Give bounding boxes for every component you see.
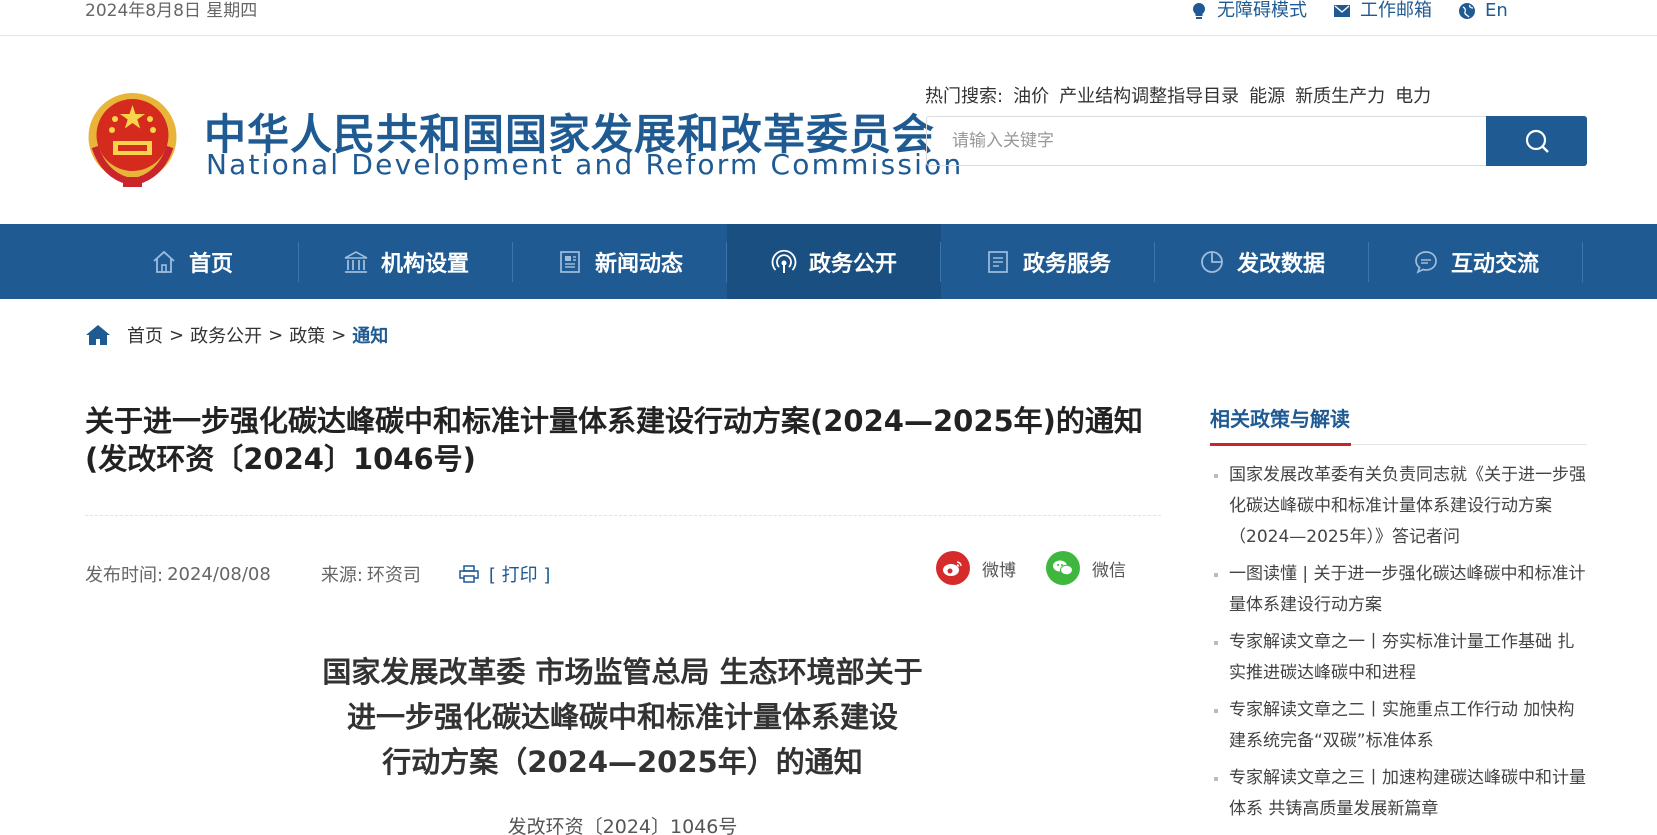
search-box (926, 116, 1587, 166)
source-value: 环资司 (366, 565, 421, 586)
chat-icon (1415, 250, 1437, 274)
breadcrumb: 首页 > 政务公开 > 政策 > 通知 (85, 322, 388, 348)
breadcrumb-separator: > (169, 324, 185, 346)
work-mail-label: 工作邮箱 (1360, 0, 1432, 21)
related-item[interactable]: 专家解读文章之三丨加速构建碳达峰碳中和计量体系 共铸高质量发展新篇章 (1212, 763, 1587, 825)
breadcrumb-item[interactable]: 首页 (127, 322, 163, 348)
home-icon[interactable] (85, 323, 111, 347)
share-wechat-label: 微信 (1092, 560, 1126, 581)
sidebar-divider-accent (1210, 443, 1351, 446)
breadcrumb-separator: > (268, 324, 284, 346)
document-heading-line: 进一步强化碳达峰碳中和标准计量体系建设 (346, 700, 898, 734)
hot-search-item[interactable]: 油价 (1013, 82, 1049, 108)
search-icon (1525, 129, 1549, 153)
work-mail-link[interactable]: 工作邮箱 (1333, 0, 1432, 22)
hot-search-item[interactable]: 新质生产力 (1295, 82, 1385, 108)
english-label: En (1485, 0, 1508, 21)
title-divider (85, 515, 1161, 516)
print-button[interactable]: [ 打印 ] (459, 561, 551, 587)
nav-item-label: 政务服务 (1022, 251, 1111, 277)
institution-icon (344, 250, 368, 273)
article-meta: 发布时间: 2024/08/08 来源: 环资司 [ 打印 ] (85, 561, 550, 587)
globe-icon (1459, 3, 1475, 19)
search-input[interactable] (927, 117, 1487, 165)
nav-item-news[interactable]: 新闻动态 (513, 224, 727, 299)
nav-item-gov-affairs[interactable]: 政务公开 (727, 224, 941, 299)
publish-label: 发布时间: (85, 565, 164, 586)
document-heading-line: 行动方案（2024—2025年）的通知 (382, 745, 863, 779)
site-header: 中华人民共和国国家发展和改革委员会 National Development a… (0, 36, 1657, 224)
hot-search: 热门搜索: 油价 产业结构调整指导目录 能源 新质生产力 电力 (925, 82, 1431, 108)
mail-icon (1334, 5, 1350, 17)
top-bar: 2024年8月8日 星期四 无障碍模式 工作邮箱 En (0, 0, 1657, 36)
top-links: 无障碍模式 工作邮箱 En (1190, 0, 1508, 22)
nav-item-interaction[interactable]: 互动交流 (1369, 224, 1583, 299)
breadcrumb-item[interactable]: 政务公开 (190, 322, 262, 348)
wechat-icon (1046, 551, 1080, 585)
document-number: 发改环资〔2024〕1046号 (507, 816, 738, 835)
nav-item-label: 新闻动态 (594, 251, 683, 277)
related-item[interactable]: 专家解读文章之一丨夯实标准计量工作基础 扎实推进碳达峰碳中和进程 (1212, 627, 1587, 689)
accessibility-label: 无障碍模式 (1217, 0, 1307, 21)
document-heading: 国家发展改革委 市场监管总局 生态环境部关于 进一步强化碳达峰碳中和标准计量体系… (250, 650, 995, 785)
print-label: [ 打印 ] (488, 565, 551, 586)
share-weibo[interactable]: 微博 (936, 551, 1016, 585)
pie-chart-icon (1201, 250, 1223, 273)
national-emblem-logo[interactable] (85, 89, 180, 189)
nav-item-label: 政务公开 (808, 251, 897, 277)
related-item[interactable]: 国家发展改革委有关负责同志就《关于进一步强化碳达峰碳中和标准计量体系建设行动方案… (1212, 460, 1587, 553)
breadcrumb-current[interactable]: 通知 (352, 322, 388, 348)
search-button[interactable] (1486, 116, 1587, 166)
hot-search-item[interactable]: 能源 (1249, 82, 1285, 108)
weibo-icon (936, 551, 970, 585)
hot-search-label: 热门搜索: (925, 86, 1004, 107)
article-title: 关于进一步强化碳达峰碳中和标准计量体系建设行动方案(2024—2025年)的通知… (85, 404, 1143, 476)
publish-date: 2024/08/08 (167, 563, 271, 585)
news-icon (560, 250, 580, 273)
main-nav: 首页 机构设置 新闻动态 政务公开 政务服务 发改数据 互动交流 (0, 224, 1657, 299)
accessibility-bulb-icon (1192, 2, 1206, 19)
nav-item-label: 互动交流 (1450, 251, 1539, 277)
document-icon (988, 250, 1008, 273)
nav-item-gov-services[interactable]: 政务服务 (941, 224, 1155, 299)
share-weibo-label: 微博 (982, 560, 1016, 581)
breadcrumb-separator: > (331, 324, 347, 346)
hot-search-item[interactable]: 产业结构调整指导目录 (1059, 82, 1239, 108)
breadcrumb-item[interactable]: 政策 (289, 322, 325, 348)
nav-item-home[interactable]: 首页 (85, 224, 299, 299)
related-item[interactable]: 一图读懂 | 关于进一步强化碳达峰碳中和标准计量体系建设行动方案 (1212, 559, 1587, 621)
broadcast-icon (771, 249, 797, 273)
accessibility-link[interactable]: 无障碍模式 (1190, 0, 1307, 22)
printer-icon (459, 565, 479, 583)
related-list: 国家发展改革委有关负责同志就《关于进一步强化碳达峰碳中和标准计量体系建设行动方案… (1212, 460, 1587, 831)
nav-item-label: 发改数据 (1236, 251, 1325, 277)
share-bar: 微博 微信 (936, 551, 1126, 585)
hot-search-item[interactable]: 电力 (1395, 82, 1431, 108)
site-title-en: National Development and Reform Commissi… (206, 148, 964, 181)
sidebar-heading: 相关政策与解读 (1210, 407, 1350, 431)
related-item[interactable]: 专家解读文章之二丨实施重点工作行动 加快构建系统完备“双碳”标准体系 (1212, 695, 1587, 757)
nav-item-institution[interactable]: 机构设置 (299, 224, 513, 299)
home-icon (153, 250, 175, 273)
nav-item-label: 机构设置 (380, 251, 469, 277)
document-heading-line: 国家发展改革委 市场监管总局 生态环境部关于 (322, 655, 923, 689)
nav-item-data[interactable]: 发改数据 (1155, 224, 1369, 299)
nav-item-label: 首页 (188, 251, 233, 277)
share-wechat[interactable]: 微信 (1046, 551, 1126, 585)
current-date: 2024年8月8日 星期四 (85, 1, 258, 21)
source-label: 来源: (320, 565, 363, 586)
english-link[interactable]: En (1458, 0, 1508, 22)
